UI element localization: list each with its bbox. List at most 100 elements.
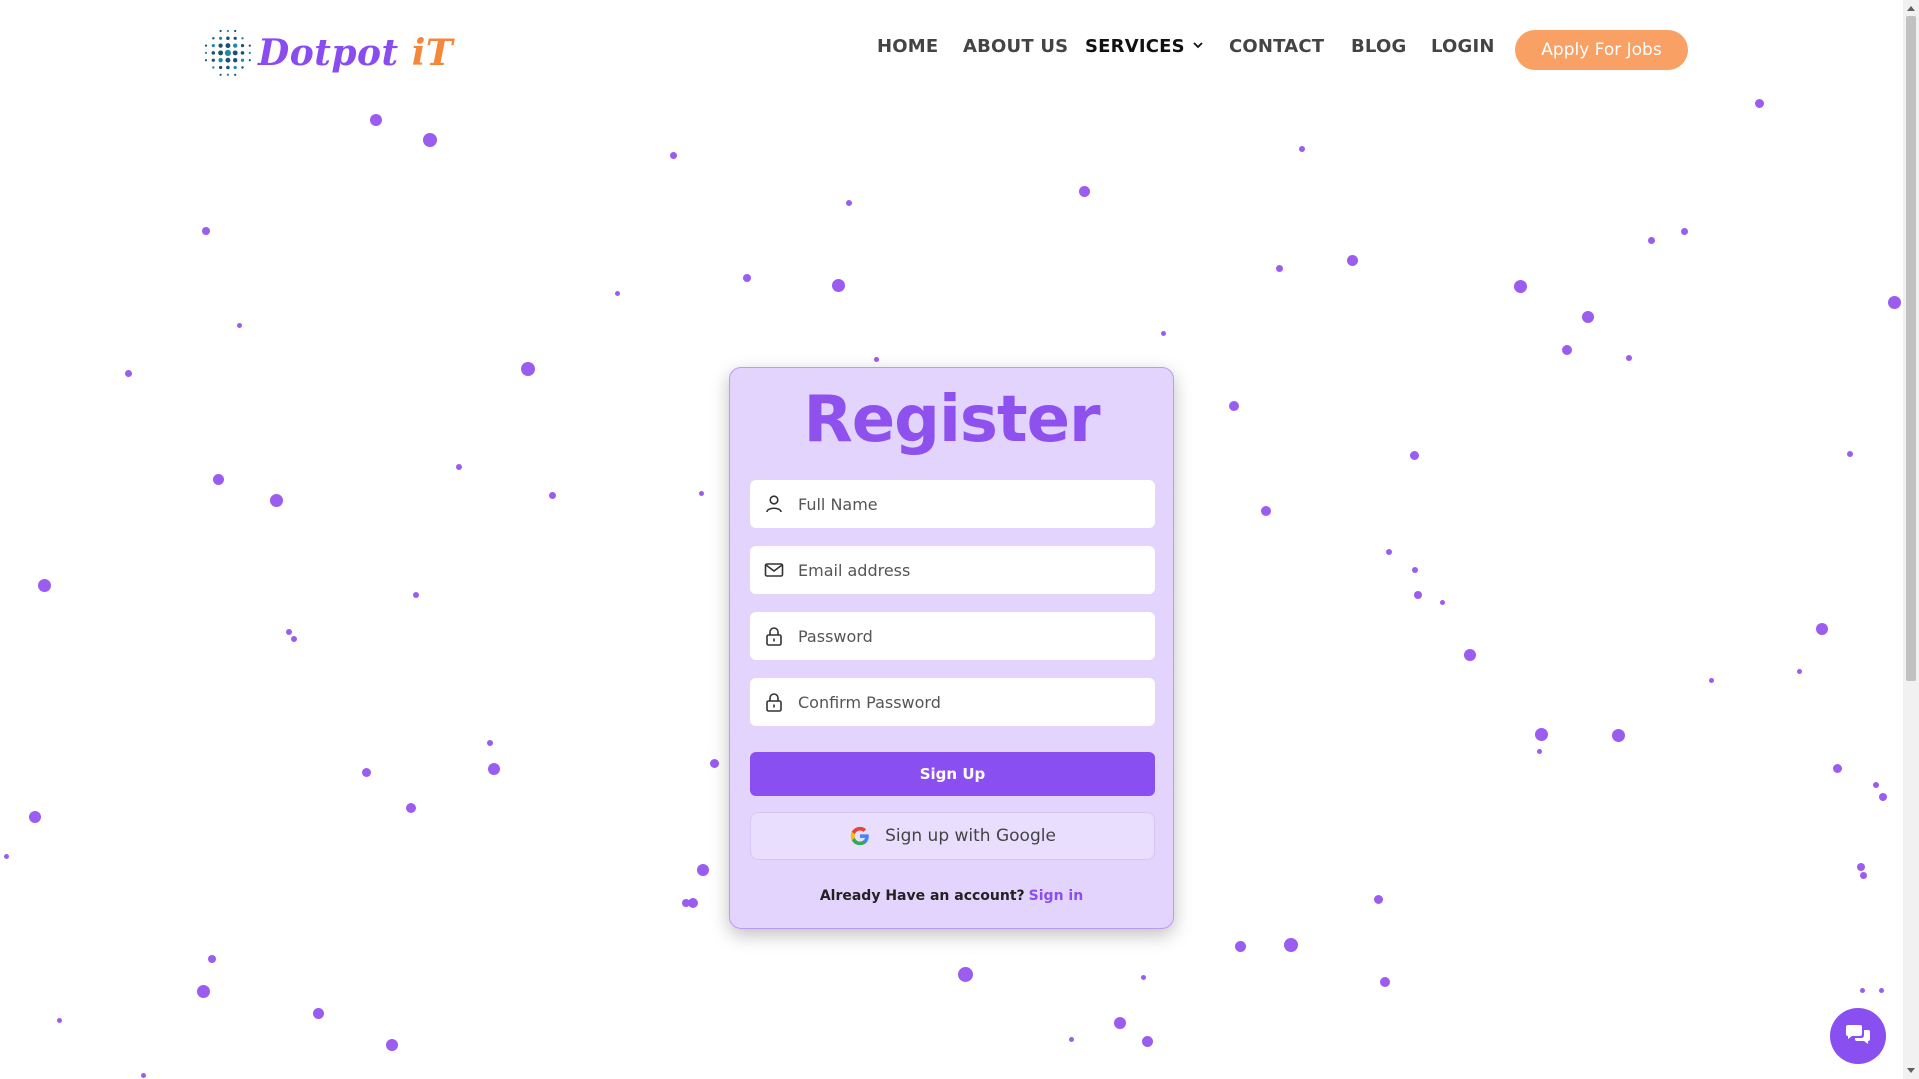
particle-dot: [1626, 355, 1632, 361]
particle-dot: [37, 578, 51, 592]
particle-dot: [56, 1017, 62, 1023]
lock-icon: [766, 693, 782, 712]
particle-dot: [846, 200, 852, 206]
particle-dot: [370, 114, 382, 126]
nav-blog[interactable]: BLOG: [1351, 36, 1406, 57]
google-sign-up-label: Sign up with Google: [885, 826, 1056, 846]
particle-dot: [487, 740, 493, 746]
google-sign-up-button[interactable]: Sign up with Google: [750, 812, 1155, 860]
particle-dot: [212, 473, 224, 485]
particle-dot: [1275, 264, 1283, 272]
nav-contact[interactable]: CONTACT: [1229, 36, 1324, 57]
logo-text-primary: Dotpot: [258, 31, 412, 74]
particle-dot: [124, 369, 132, 377]
nav-about-us[interactable]: ABOUT US: [963, 36, 1068, 57]
particle-dot: [406, 803, 416, 813]
particle-dot: [548, 491, 556, 499]
particle-dot: [1847, 451, 1853, 457]
particle-dot: [1412, 567, 1418, 573]
logo-text-secondary: iT: [411, 31, 454, 74]
particle-dot: [1464, 649, 1476, 661]
logo-text: Dotpot iT: [258, 32, 453, 74]
particle-dot: [957, 966, 973, 982]
chevron-down-icon: [1193, 42, 1203, 49]
register-title: Register: [803, 383, 1100, 457]
particle-dot: [1562, 345, 1572, 355]
scrollbar[interactable]: [1903, 0, 1919, 1079]
particle-dot: [208, 955, 216, 963]
nav-home[interactable]: HOME: [877, 36, 938, 57]
particle-dot: [1816, 623, 1828, 635]
particle-dot: [361, 767, 371, 777]
confirm-password-input[interactable]: [796, 691, 1140, 713]
password-input[interactable]: [796, 625, 1140, 647]
particle-dot: [1373, 894, 1383, 904]
logo[interactable]: Dotpot iT: [202, 25, 453, 80]
particle-dot: [1859, 987, 1865, 993]
scroll-down-arrow-icon[interactable]: [1903, 1063, 1919, 1079]
particle-dot: [1708, 677, 1714, 683]
particle-dot: [1409, 450, 1419, 460]
chat-button[interactable]: [1830, 1008, 1886, 1064]
particle-dot: [1114, 1017, 1126, 1029]
particle-dot: [873, 356, 879, 362]
particle-dot: [709, 758, 719, 768]
particle-dot: [1078, 185, 1090, 197]
particle-dot: [196, 984, 210, 998]
particle-dot: [1380, 977, 1390, 987]
particle-dot: [669, 151, 677, 159]
email-input[interactable]: [796, 559, 1140, 581]
apply-for-jobs-button[interactable]: Apply For Jobs: [1515, 30, 1688, 70]
particle-dot: [1582, 311, 1594, 323]
particle-dot: [1859, 871, 1867, 879]
particle-dot: [1857, 863, 1865, 871]
particle-dot: [29, 811, 41, 823]
scrollbar-thumb[interactable]: [1906, 16, 1916, 681]
particle-dot: [140, 1072, 146, 1078]
particle-dot: [1796, 668, 1802, 674]
sign-in-prompt: Already Have an account? Sign in: [730, 888, 1173, 904]
register-card: Register Sign Up Sign up with Goo: [729, 367, 1174, 929]
scroll-up-arrow-icon[interactable]: [1903, 0, 1919, 16]
particle-dot: [202, 227, 210, 235]
particle-dot: [1536, 748, 1542, 754]
particle-dot: [1140, 974, 1146, 980]
sign-in-link[interactable]: Sign in: [1029, 888, 1084, 904]
particle-dot: [1141, 1035, 1153, 1047]
particle-dot: [1414, 591, 1422, 599]
nav-login[interactable]: LOGIN: [1431, 36, 1495, 57]
particle-dot: [1873, 782, 1879, 788]
particle-dot: [1647, 236, 1655, 244]
google-icon: [850, 826, 869, 846]
particle-dot: [312, 1007, 324, 1019]
particle-dot: [291, 636, 297, 642]
particle-dot: [1879, 793, 1887, 801]
particle-dot: [1284, 938, 1298, 952]
particle-dot: [1513, 279, 1527, 293]
confirm-password-field: [750, 678, 1155, 726]
nav-services[interactable]: SERVICES: [1085, 36, 1203, 57]
particle-dot: [831, 278, 845, 292]
particle-dot: [1299, 146, 1305, 152]
page: Dotpot iT HOME ABOUT US SERVICES CONTACT…: [0, 0, 1903, 1079]
particle-dot: [698, 490, 704, 496]
particle-dot: [488, 763, 500, 775]
particle-dot: [386, 1039, 398, 1051]
sign-up-button[interactable]: Sign Up: [750, 752, 1155, 796]
full-name-input[interactable]: [796, 493, 1140, 515]
particle-dot: [286, 629, 292, 635]
password-field: [750, 612, 1155, 660]
particle-dot: [1439, 599, 1445, 605]
particle-dot: [1229, 401, 1239, 411]
nav-services-label: SERVICES: [1085, 36, 1185, 57]
particle-dot: [1887, 295, 1901, 309]
particle-dot: [1878, 987, 1884, 993]
particle-dot: [1346, 254, 1358, 266]
particle-dot: [413, 592, 419, 598]
particle-dot: [1160, 330, 1166, 336]
particle-dot: [1611, 728, 1625, 742]
particle-dot: [423, 133, 437, 147]
account-prompt-text: Already Have an account?: [819, 888, 1025, 904]
particle-dot: [269, 493, 283, 507]
particle-dot: [614, 290, 620, 296]
